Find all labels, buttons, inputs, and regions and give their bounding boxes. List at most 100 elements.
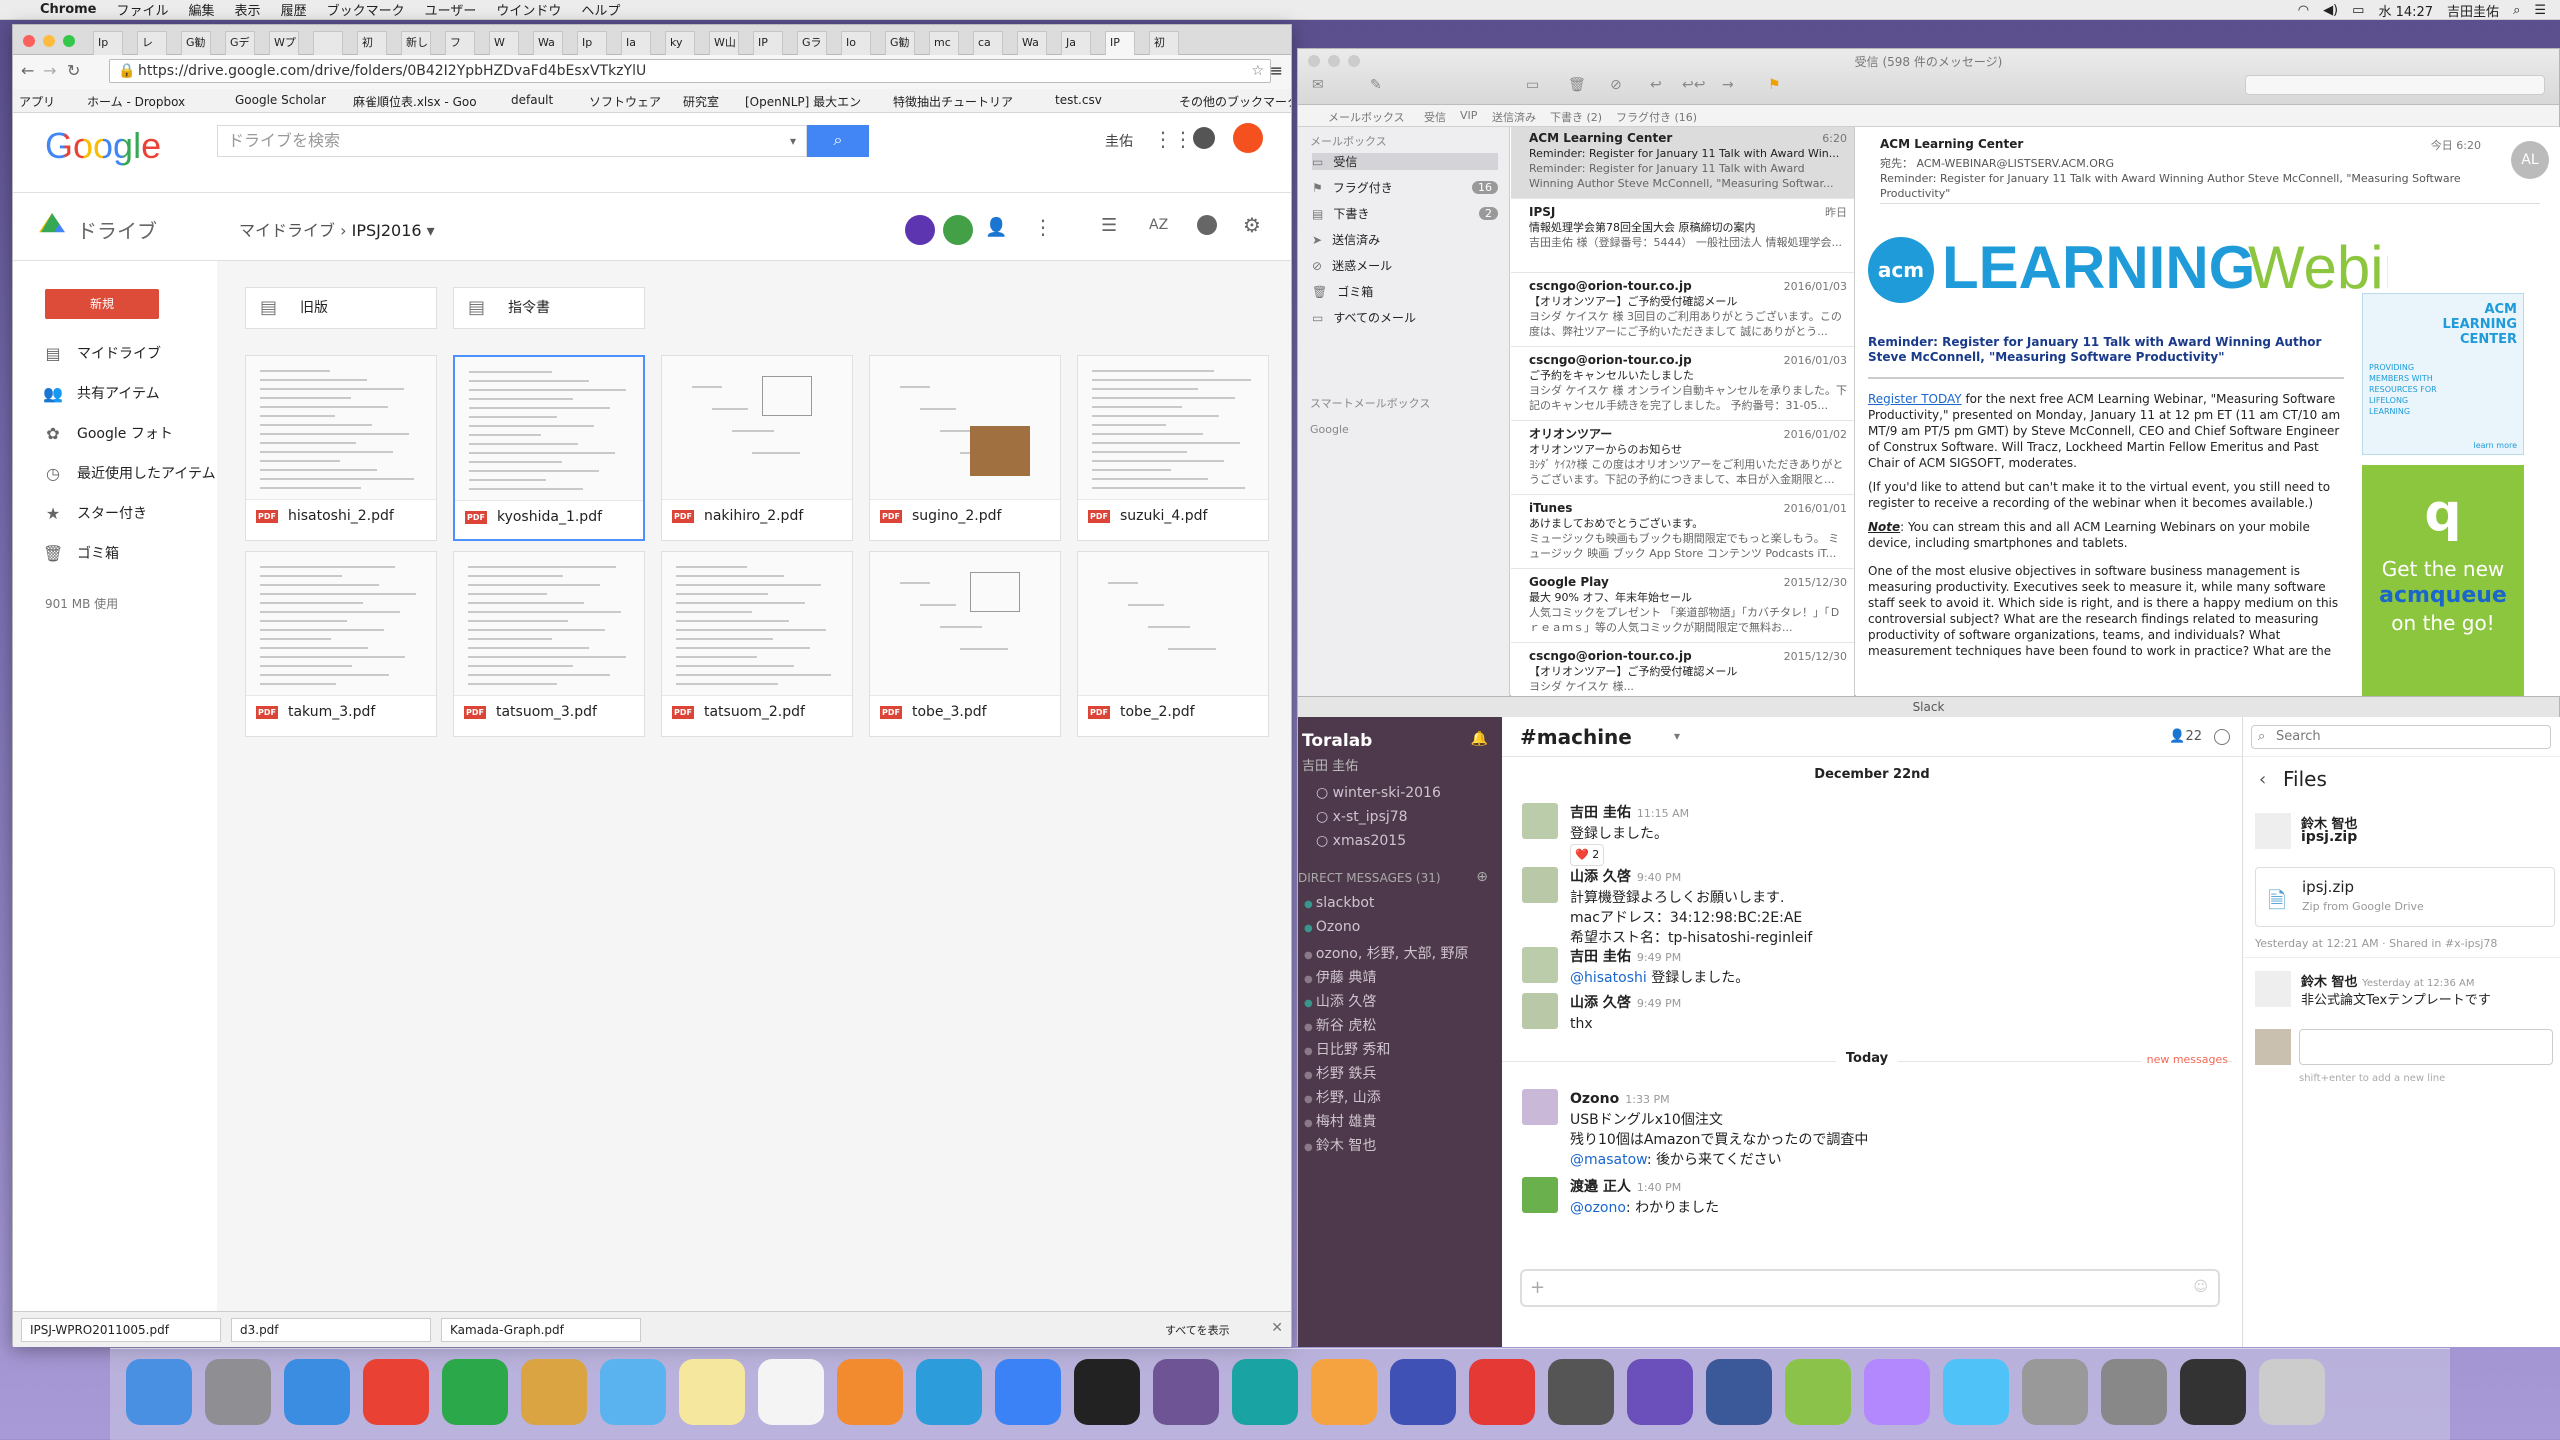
dm-item[interactable]: ● 梅村 雄貴 — [1304, 1111, 1376, 1131]
junk-icon[interactable]: ⊘ — [1610, 77, 1622, 93]
browser-tab[interactable]: Ip — [577, 31, 607, 55]
bookmark-mahjong[interactable]: 麻雀順位表.xlsx - Goo — [353, 93, 477, 110]
browser-tab[interactable]: W山 — [709, 31, 739, 55]
dm-header[interactable]: DIRECT MESSAGES (31) — [1298, 871, 1441, 885]
back-icon[interactable]: ‹ — [2259, 769, 2266, 790]
compose-icon[interactable]: ✎ — [1370, 77, 1382, 93]
reply-all-icon[interactable]: ↩↩ — [1682, 77, 1705, 93]
dm-item[interactable]: ● 杉野, 山添 — [1304, 1087, 1381, 1107]
menu-bookmarks[interactable]: ブックマーク — [327, 0, 405, 19]
browser-tab[interactable]: Wプ — [269, 31, 299, 55]
sender-name[interactable]: 渡邉 正人 — [1570, 1179, 1631, 1195]
browser-tab[interactable]: レ — [137, 31, 167, 55]
dm-item[interactable]: ● slackbot — [1304, 895, 1374, 911]
flag-icon[interactable]: ⚑ — [1768, 77, 1781, 93]
dock-app-icon[interactable] — [205, 1359, 271, 1425]
bookmark-tutorial[interactable]: 特徴抽出チュートリア — [893, 93, 1013, 110]
message-row[interactable]: IPSJ 昨日 情報処理学会第78回全国大会 原稿締切の案内 吉田圭佑 様（登録番号：… — [1511, 201, 1854, 273]
fav-vip[interactable]: VIP — [1460, 109, 1477, 122]
notification-center-icon[interactable]: ☰ — [2534, 3, 2546, 18]
dm-item[interactable]: ● 新谷 虎松 — [1304, 1015, 1376, 1035]
dm-item[interactable]: ● 山添 久啓 — [1304, 991, 1376, 1011]
sidebar-item-photos[interactable]: ✿ Google フォト — [43, 423, 173, 443]
dock-app-icon[interactable] — [521, 1359, 587, 1425]
team-name[interactable]: Toralab — [1302, 731, 1372, 751]
bookmark-software[interactable]: ソフトウェア — [589, 93, 661, 110]
bookmark-other[interactable]: その他のブックマーク — [1179, 93, 1291, 110]
message-row[interactable]: オリオンツアー 2016/01/02 オリオンツアーからのお知らせ ﾖｼﾀﾞ ｹｲｽｹ… — [1511, 423, 1854, 495]
sender-name[interactable]: 山添 久啓 — [1570, 869, 1631, 885]
zoom-window-icon[interactable] — [63, 35, 75, 47]
bookmark-lab[interactable]: 研究室 — [683, 93, 719, 110]
search-options-icon[interactable]: ▾ — [790, 126, 796, 156]
file-entry[interactable]: 鈴木 智也 ipsj.zip — [2255, 813, 2555, 853]
mail-search-input[interactable] — [2245, 75, 2545, 95]
star-icon[interactable]: ☆ — [1251, 60, 1264, 82]
bell-icon[interactable]: 🔔 — [1471, 731, 1488, 747]
file-item[interactable]: PDF tobe_3.pdf — [869, 551, 1061, 737]
file-item[interactable]: PDF tatsuom_2.pdf — [661, 551, 853, 737]
minimize-window-icon[interactable] — [43, 35, 55, 47]
message-row[interactable]: cscngo@orion-tour.co.jp 2015/12/30 【オリオンツア… — [1511, 645, 1854, 697]
account-avatar[interactable] — [1233, 123, 1263, 153]
search-button[interactable]: ⌕ — [807, 125, 869, 157]
file-item[interactable]: PDF hisatoshi_2.pdf — [245, 355, 437, 541]
dm-item[interactable]: ● ozono, 杉野, 大部, 野原 — [1304, 943, 1469, 963]
sort-icon[interactable]: AZ — [1149, 217, 1168, 233]
message-row[interactable]: cscngo@orion-tour.co.jp 2016/01/03 ご予約をキャン… — [1511, 349, 1854, 421]
address-bar[interactable]: 🔒 https://drive.google.com/drive/folders… — [109, 59, 1271, 83]
file-card[interactable]: 🗎 ipsj.zip Zip from Google Drive — [2255, 867, 2555, 927]
fav-flagged[interactable]: フラグ付き (16) — [1616, 109, 1697, 125]
close-icon[interactable]: ✕ — [1271, 1320, 1283, 1336]
member-count[interactable]: 👤22 — [2169, 729, 2202, 744]
spotlight-icon[interactable]: ⌕ — [2513, 3, 2520, 18]
browser-tab[interactable]: G勧 — [181, 31, 211, 55]
bookmark-opennlp[interactable]: [OpenNLP] 最大エン — [745, 93, 861, 110]
sidebar-item-starred[interactable]: ★ スター付き — [43, 503, 147, 523]
notifications-icon[interactable] — [1193, 127, 1215, 149]
chevron-down-icon[interactable]: ▾ — [1674, 729, 1680, 743]
new-messages-marker[interactable]: new messages — [2140, 1053, 2228, 1066]
sender-name[interactable]: 山添 久啓 — [1570, 995, 1631, 1011]
browser-tab[interactable]: ky — [665, 31, 695, 55]
message-row[interactable]: ACM Learning Center 6:20 Reminder: Registe… — [1511, 127, 1854, 199]
dm-item[interactable]: ● 伊藤 典靖 — [1304, 967, 1376, 987]
dm-item[interactable]: ● 杉野 鉄兵 — [1304, 1063, 1376, 1083]
timestamp[interactable]: 1:33 PM — [1625, 1093, 1669, 1106]
user-mention[interactable]: @hisatoshi — [1570, 970, 1647, 986]
file-item[interactable]: PDF kyoshida_1.pdf — [453, 355, 645, 541]
file-item[interactable]: PDF tobe_2.pdf — [1077, 551, 1269, 737]
new-button[interactable]: 新規 — [45, 289, 159, 319]
menu-user[interactable]: ユーザー — [425, 0, 477, 19]
timestamp[interactable]: 1:40 PM — [1637, 1181, 1681, 1194]
battery-icon[interactable]: ▭ — [2352, 3, 2364, 18]
channel-item[interactable]: ○ xmas2015 — [1316, 833, 1406, 849]
dock-app-icon[interactable] — [1864, 1359, 1930, 1425]
dm-item[interactable]: ● Ozono — [1304, 919, 1360, 935]
share-link-icon[interactable] — [943, 215, 973, 245]
dock-app-icon[interactable] — [2101, 1359, 2167, 1425]
reply-icon[interactable]: ↩ — [1650, 77, 1662, 93]
browser-tab[interactable]: Ja — [1061, 31, 1091, 55]
dock-app-icon[interactable] — [1548, 1359, 1614, 1425]
dock-app-icon[interactable] — [2180, 1359, 2246, 1425]
collaborator-avatar[interactable] — [905, 215, 935, 245]
avatar[interactable] — [2255, 813, 2291, 849]
browser-tab[interactable]: Ia — [621, 31, 651, 55]
apps-grid-icon[interactable]: ⋮⋮ — [1153, 127, 1193, 151]
sidebar-item-trash[interactable]: 🗑 ゴミ箱 — [43, 543, 119, 563]
bookmark-dropbox[interactable]: ホーム - Dropbox — [87, 93, 185, 110]
info-icon[interactable] — [1197, 215, 1217, 235]
avatar[interactable] — [1522, 1177, 1558, 1213]
fav-drafts[interactable]: 下書き (2) — [1550, 109, 1602, 125]
folder-item[interactable]: ▤ 旧版 — [245, 287, 437, 329]
menu-app-name[interactable]: Chrome — [40, 2, 97, 17]
user-mention[interactable]: @masatow — [1570, 1152, 1647, 1168]
browser-tab[interactable]: IP — [753, 31, 783, 55]
message-row[interactable]: Google Play 2015/12/30 最大 90% オフ、年末年始セール 人気… — [1511, 571, 1854, 643]
chevron-down-icon[interactable]: ▾ — [427, 221, 435, 240]
dock-app-icon[interactable] — [126, 1359, 192, 1425]
trash-icon[interactable]: 🗑 — [1568, 77, 1586, 93]
to-address[interactable]: ACM-WEBINAR@LISTSERV.ACM.ORG — [1917, 157, 2115, 170]
browser-tab[interactable]: Wa — [533, 31, 563, 55]
